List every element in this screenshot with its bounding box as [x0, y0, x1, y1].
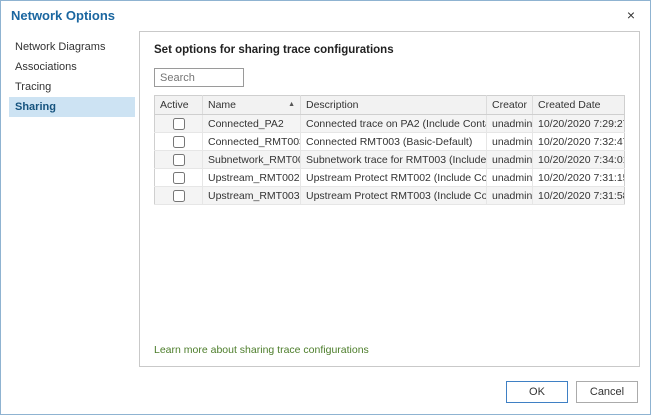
sidebar-item-associations[interactable]: Associations — [9, 57, 135, 77]
title-bar: Network Options × — [1, 1, 650, 29]
panel-heading: Set options for sharing trace configurat… — [154, 44, 625, 56]
active-checkbox[interactable] — [173, 136, 185, 148]
sidebar-item-sharing[interactable]: Sharing — [9, 97, 135, 117]
cell-created-date: 10/20/2020 7:29:27 PM — [533, 115, 625, 133]
table-row[interactable]: Upstream_RMT002 Upstream Protect RMT002 … — [155, 169, 625, 187]
cell-description: Connected trace on PA2 (Include Containe… — [301, 115, 487, 133]
table-header-row: Active Name ▲ Description Creator Create… — [155, 96, 625, 115]
table-row[interactable]: Subnetwork_RMT003 Subnetwork trace for R… — [155, 151, 625, 169]
active-checkbox[interactable] — [173, 190, 185, 202]
cell-name: Upstream_RMT003 — [203, 187, 301, 205]
table-row[interactable]: Connected_RMT003 Connected RMT003 (Basic… — [155, 133, 625, 151]
cell-creator: unadmin — [487, 133, 533, 151]
trace-configurations-table: Active Name ▲ Description Creator Create… — [154, 95, 625, 205]
cell-name: Connected_RMT003 — [203, 133, 301, 151]
cell-creator: unadmin — [487, 169, 533, 187]
sharing-options-panel: Set options for sharing trace configurat… — [139, 31, 640, 367]
close-icon[interactable]: × — [622, 6, 640, 24]
table-row[interactable]: Connected_PA2 Connected trace on PA2 (In… — [155, 115, 625, 133]
sidebar-item-tracing[interactable]: Tracing — [9, 77, 135, 97]
active-checkbox[interactable] — [173, 154, 185, 166]
cell-creator: unadmin — [487, 187, 533, 205]
table-row[interactable]: Upstream_RMT003 Upstream Protect RMT003 … — [155, 187, 625, 205]
cell-description: Upstream Protect RMT003 (Include Content… — [301, 187, 487, 205]
cell-created-date: 10/20/2020 7:34:01 PM — [533, 151, 625, 169]
cell-name: Upstream_RMT002 — [203, 169, 301, 187]
dialog-footer: OK Cancel — [506, 381, 638, 403]
cell-description: Subnetwork trace for RMT003 (Include Con… — [301, 151, 487, 169]
column-header-description[interactable]: Description — [301, 96, 487, 115]
sidebar-item-network-diagrams[interactable]: Network Diagrams — [9, 37, 135, 57]
cell-description: Upstream Protect RMT002 (Include Contain… — [301, 169, 487, 187]
cell-creator: unadmin — [487, 151, 533, 169]
cell-name: Subnetwork_RMT003 — [203, 151, 301, 169]
learn-more-link[interactable]: Learn more about sharing trace configura… — [154, 344, 625, 356]
cell-created-date: 10/20/2020 7:31:15 PM — [533, 169, 625, 187]
dialog-title: Network Options — [11, 8, 115, 23]
column-header-name[interactable]: Name ▲ — [203, 96, 301, 115]
search-input[interactable] — [154, 68, 244, 87]
cell-name: Connected_PA2 — [203, 115, 301, 133]
cell-description: Connected RMT003 (Basic-Default) — [301, 133, 487, 151]
column-header-creator[interactable]: Creator — [487, 96, 533, 115]
active-checkbox[interactable] — [173, 118, 185, 130]
cell-created-date: 10/20/2020 7:32:47 PM — [533, 133, 625, 151]
column-header-active[interactable]: Active — [155, 96, 203, 115]
ok-button[interactable]: OK — [506, 381, 568, 403]
cancel-button[interactable]: Cancel — [576, 381, 638, 403]
cell-created-date: 10/20/2020 7:31:58 PM — [533, 187, 625, 205]
active-checkbox[interactable] — [173, 172, 185, 184]
cell-creator: unadmin — [487, 115, 533, 133]
sidebar: Network Diagrams Associations Tracing Sh… — [9, 37, 135, 117]
sort-ascending-icon: ▲ — [288, 101, 295, 108]
column-header-created-date[interactable]: Created Date — [533, 96, 625, 115]
network-options-dialog: Network Options × Network Diagrams Assoc… — [0, 0, 651, 415]
